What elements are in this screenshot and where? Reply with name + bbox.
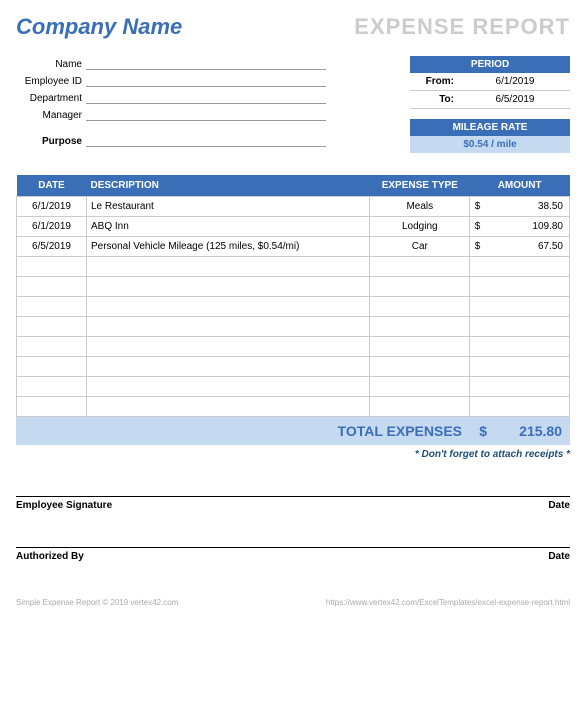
reminder-text: * Don't forget to attach receipts * <box>16 449 570 460</box>
footer-left: Simple Expense Report © 2019 vertex42.co… <box>16 598 178 607</box>
cell-description: Personal Vehicle Mileage (125 miles, $0.… <box>87 237 370 257</box>
cell-description: ABQ Inn <box>87 217 370 237</box>
cell-type: Lodging <box>370 217 470 237</box>
table-row <box>17 377 570 397</box>
manager-input[interactable] <box>86 107 326 121</box>
employee-signature-label: Employee Signature <box>16 500 112 511</box>
department-label: Department <box>16 93 86 104</box>
col-description: DESCRIPTION <box>87 175 370 197</box>
cell-currency: $ <box>470 197 485 217</box>
table-row <box>17 277 570 297</box>
cell-amount: 38.50 <box>485 197 570 217</box>
table-row <box>17 297 570 317</box>
cell-amount: 67.50 <box>485 237 570 257</box>
mileage-header: MILEAGE RATE <box>410 119 570 136</box>
cell-type: Meals <box>370 197 470 217</box>
col-expense-type: EXPENSE TYPE <box>370 175 470 197</box>
department-input[interactable] <box>86 90 326 104</box>
total-label: TOTAL EXPENSES <box>338 423 462 439</box>
period-header: PERIOD <box>410 56 570 73</box>
cell-amount: 109.80 <box>485 217 570 237</box>
cell-date: 6/5/2019 <box>17 237 87 257</box>
period-from-value: 6/1/2019 <box>460 73 570 90</box>
table-row: 6/1/2019 ABQ Inn Lodging $ 109.80 <box>17 217 570 237</box>
period-from-label: From: <box>410 73 460 90</box>
total-value: 215.80 <box>497 423 562 439</box>
name-label: Name <box>16 59 86 70</box>
period-to-label: To: <box>410 91 460 108</box>
report-title: EXPENSE REPORT <box>354 14 570 40</box>
expense-table: DATE DESCRIPTION EXPENSE TYPE AMOUNT 6/1… <box>16 175 570 417</box>
authorized-by-label: Authorized By <box>16 551 84 562</box>
table-row <box>17 337 570 357</box>
employee-id-label: Employee ID <box>16 76 86 87</box>
purpose-label: Purpose <box>16 136 86 147</box>
authorized-by-date-label: Date <box>548 551 570 562</box>
table-row <box>17 397 570 417</box>
footer-right: https://www.vertex42.com/ExcelTemplates/… <box>326 598 570 607</box>
table-row: 6/1/2019 Le Restaurant Meals $ 38.50 <box>17 197 570 217</box>
cell-currency: $ <box>470 217 485 237</box>
employee-id-input[interactable] <box>86 73 326 87</box>
total-currency: $ <box>472 423 487 439</box>
cell-date: 6/1/2019 <box>17 217 87 237</box>
cell-type: Car <box>370 237 470 257</box>
name-input[interactable] <box>86 56 326 70</box>
mileage-value: $0.54 / mile <box>410 136 570 153</box>
purpose-input[interactable] <box>86 133 326 147</box>
cell-description: Le Restaurant <box>87 197 370 217</box>
table-row <box>17 257 570 277</box>
table-row <box>17 357 570 377</box>
manager-label: Manager <box>16 110 86 121</box>
cell-currency: $ <box>470 237 485 257</box>
col-date: DATE <box>17 175 87 197</box>
total-row: TOTAL EXPENSES $ 215.80 <box>16 417 570 445</box>
table-row: 6/5/2019 Personal Vehicle Mileage (125 m… <box>17 237 570 257</box>
company-name: Company Name <box>16 14 182 40</box>
cell-date: 6/1/2019 <box>17 197 87 217</box>
col-amount: AMOUNT <box>470 175 570 197</box>
employee-signature-date-label: Date <box>548 500 570 511</box>
period-to-value: 6/5/2019 <box>460 91 570 108</box>
table-row <box>17 317 570 337</box>
